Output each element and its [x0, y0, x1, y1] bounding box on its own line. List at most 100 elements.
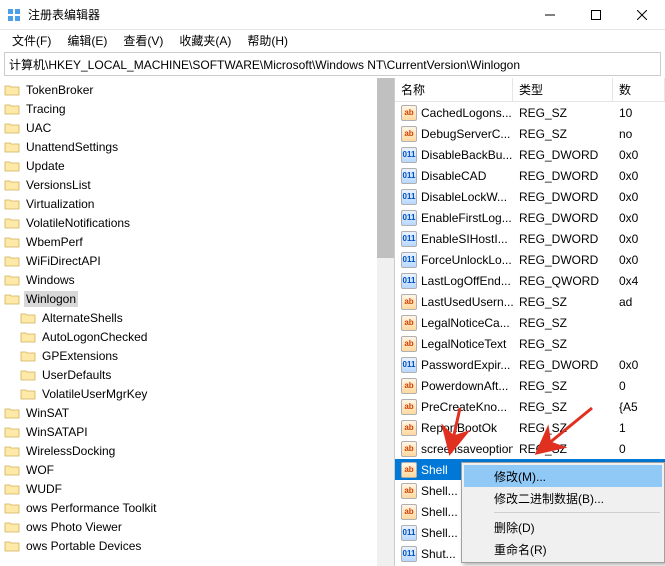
folder-icon [4, 520, 20, 534]
value-data: 0x0 [613, 169, 665, 183]
tree-item-label: VolatileUserMgrKey [40, 386, 149, 402]
list-row[interactable]: 011EnableFirstLog...REG_DWORD0x0 [395, 207, 665, 228]
tree-item[interactable]: AutoLogonChecked [0, 327, 394, 346]
value-icon: ab [401, 315, 417, 331]
value-type: REG_SZ [513, 106, 613, 120]
menu-view[interactable]: 查看(V) [115, 30, 171, 51]
folder-icon [20, 349, 36, 363]
list-row[interactable]: abReportBootOkREG_SZ1 [395, 417, 665, 438]
folder-icon [20, 330, 36, 344]
list-row[interactable]: 011LastLogOffEnd...REG_QWORD0x4 [395, 270, 665, 291]
folder-icon [4, 235, 20, 249]
tree-item[interactable]: TokenBroker [0, 80, 394, 99]
tree-item-label: AutoLogonChecked [40, 329, 149, 345]
folder-icon [4, 463, 20, 477]
value-data: {A5 [613, 400, 665, 414]
tree-item[interactable]: Tracing [0, 99, 394, 118]
value-name: ReportBootOk [421, 421, 497, 435]
ctxmenu-delete[interactable]: 删除(D) [464, 516, 662, 538]
tree-item[interactable]: Windows [0, 270, 394, 289]
tree-item[interactable]: Winlogon [0, 289, 394, 308]
tree-item[interactable]: AlternateShells [0, 308, 394, 327]
header-name[interactable]: 名称 [395, 78, 513, 101]
folder-icon [4, 216, 20, 230]
value-type: REG_SZ [513, 421, 613, 435]
value-name: DisableLockW... [421, 190, 507, 204]
tree-item[interactable]: ows Portable Devices [0, 536, 394, 555]
list-row[interactable]: abPowerdownAft...REG_SZ0 [395, 375, 665, 396]
folder-icon [4, 159, 20, 173]
window-title: 注册表编辑器 [28, 6, 527, 23]
tree-item[interactable]: ows Photo Viewer [0, 517, 394, 536]
tree-item[interactable]: WiFiDirectAPI [0, 251, 394, 270]
value-type: REG_DWORD [513, 232, 613, 246]
list-row[interactable]: 011EnableSIHostI...REG_DWORD0x0 [395, 228, 665, 249]
menu-favorites[interactable]: 收藏夹(A) [171, 30, 239, 51]
tree-item-label: WirelessDocking [24, 443, 117, 459]
maximize-button[interactable] [573, 0, 619, 30]
tree-item[interactable]: UnattendSettings [0, 137, 394, 156]
minimize-button[interactable] [527, 0, 573, 30]
list-row[interactable]: abLegalNoticeCa...REG_SZ [395, 312, 665, 333]
tree-item-label: ows Performance Toolkit [24, 500, 159, 516]
tree-item[interactable]: VolatileUserMgrKey [0, 384, 394, 403]
folder-icon [4, 197, 20, 211]
value-type: REG_DWORD [513, 358, 613, 372]
tree-item[interactable]: GPExtensions [0, 346, 394, 365]
tree-item[interactable]: WinSAT [0, 403, 394, 422]
list-row[interactable]: abscreensaveoptionREG_SZ0 [395, 438, 665, 459]
tree-item[interactable]: UserDefaults [0, 365, 394, 384]
menu-help[interactable]: 帮助(H) [239, 30, 296, 51]
tree-item[interactable]: Virtualization [0, 194, 394, 213]
tree-item[interactable]: VolatileNotifications [0, 213, 394, 232]
address-bar[interactable]: 计算机\HKEY_LOCAL_MACHINE\SOFTWARE\Microsof… [4, 52, 661, 76]
tree-item[interactable]: WinSATAPI [0, 422, 394, 441]
value-name: LastLogOffEnd... [421, 274, 511, 288]
value-type: REG_SZ [513, 337, 613, 351]
tree-item[interactable]: WUDF [0, 479, 394, 498]
value-icon: ab [401, 504, 417, 520]
tree-scrollbar-thumb[interactable] [377, 78, 394, 258]
list-row[interactable]: abLastUsedUsern...REG_SZad [395, 291, 665, 312]
list-row[interactable]: 011DisableBackBu...REG_DWORD0x0 [395, 144, 665, 165]
tree-item[interactable]: WbemPerf [0, 232, 394, 251]
tree-item-label: VersionsList [24, 177, 93, 193]
folder-icon [4, 406, 20, 420]
tree-item[interactable]: WOF [0, 460, 394, 479]
list-row[interactable]: abLegalNoticeTextREG_SZ [395, 333, 665, 354]
tree-item[interactable]: VersionsList [0, 175, 394, 194]
tree-item[interactable]: WirelessDocking [0, 441, 394, 460]
tree-scrollbar-track[interactable] [377, 78, 394, 566]
list-row[interactable]: 011PasswordExpir...REG_DWORD0x0 [395, 354, 665, 375]
menu-edit[interactable]: 编辑(E) [59, 30, 115, 51]
close-button[interactable] [619, 0, 665, 30]
folder-icon [4, 425, 20, 439]
folder-icon [4, 539, 20, 553]
list-row[interactable]: abCachedLogons...REG_SZ10 [395, 102, 665, 123]
list-row[interactable]: 011ForceUnlockLo...REG_DWORD0x0 [395, 249, 665, 270]
folder-icon [20, 368, 36, 382]
folder-icon [4, 501, 20, 515]
tree-item[interactable]: ows Performance Toolkit [0, 498, 394, 517]
list-row[interactable]: 011DisableCADREG_DWORD0x0 [395, 165, 665, 186]
tree-item-label: ows Portable Devices [24, 538, 143, 554]
value-icon: ab [401, 126, 417, 142]
menu-file[interactable]: 文件(F) [4, 30, 59, 51]
list-row[interactable]: abPreCreateKno...REG_SZ{A5 [395, 396, 665, 417]
value-name: PowerdownAft... [421, 379, 508, 393]
header-data[interactable]: 数 [613, 78, 665, 101]
list-row[interactable]: 011DisableLockW...REG_DWORD0x0 [395, 186, 665, 207]
ctxmenu-modify[interactable]: 修改(M)... [464, 465, 662, 487]
list-row[interactable]: abDebugServerC...REG_SZno [395, 123, 665, 144]
tree-item-label: WbemPerf [24, 234, 85, 250]
value-name: DisableBackBu... [421, 148, 512, 162]
tree-item[interactable]: UAC [0, 118, 394, 137]
value-name: EnableSIHostI... [421, 232, 508, 246]
value-icon: ab [401, 462, 417, 478]
header-type[interactable]: 类型 [513, 78, 613, 101]
tree-item[interactable]: Update [0, 156, 394, 175]
ctxmenu-rename[interactable]: 重命名(R) [464, 538, 662, 560]
value-data: 0x0 [613, 148, 665, 162]
value-type: REG_SZ [513, 379, 613, 393]
ctxmenu-modify-binary[interactable]: 修改二进制数据(B)... [464, 487, 662, 509]
